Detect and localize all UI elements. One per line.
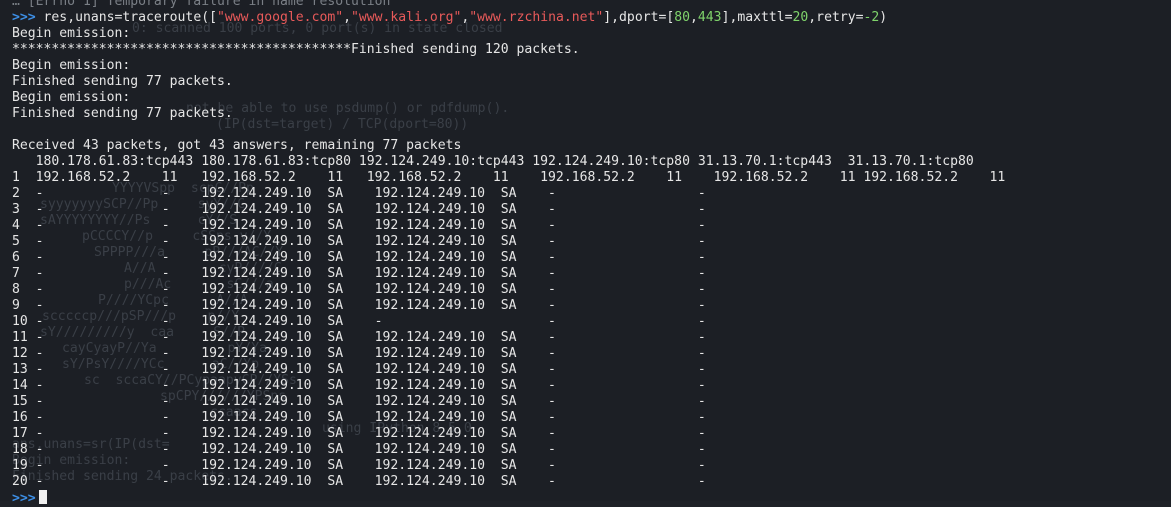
trace-row: 12 - - 192.124.249.10 SA 192.124.249.10 …: [12, 346, 706, 361]
output-line: 180.178.61.83:tcp443 180.178.61.83:tcp80…: [12, 154, 974, 169]
command-line[interactable]: >>> res,unans=traceroute(["www.google.co…: [12, 10, 1005, 26]
trace-row: 14 - - 192.124.249.10 SA 192.124.249.10 …: [12, 378, 706, 393]
port-number: 80: [674, 10, 691, 25]
trace-row: 2 - - 192.124.249.10 SA 192.124.249.10 S…: [12, 186, 706, 201]
output-line: Begin emission:: [12, 58, 131, 73]
trace-row: 9 - - 192.124.249.10 SA 192.124.249.10 S…: [12, 298, 706, 313]
host-string: "www.google.com": [216, 10, 344, 25]
command-text: ): [879, 10, 888, 25]
output-block: Begin emission: *************************…: [12, 26, 1005, 490]
trace-row: 15 - - 192.124.249.10 SA 192.124.249.10 …: [12, 394, 706, 409]
trace-row: 13 - - 192.124.249.10 SA 192.124.249.10 …: [12, 362, 706, 377]
prompt: >>>: [12, 10, 36, 25]
trace-row: 3 - - 192.124.249.10 SA 192.124.249.10 S…: [12, 202, 706, 217]
trace-row: 7 - - 192.124.249.10 SA 192.124.249.10 S…: [12, 266, 706, 281]
output-line: Begin emission:: [12, 26, 131, 41]
output-line: Begin emission:: [12, 90, 131, 105]
trace-row: 19 - - 192.124.249.10 SA 192.124.249.10 …: [12, 458, 706, 473]
trace-row: 20 - - 192.124.249.10 SA 192.124.249.10 …: [12, 474, 706, 489]
host-string: "www.rzchina.net": [469, 10, 604, 25]
terminal-window[interactable]: 0: scanned 100 ports, 0 port(s) in state…: [0, 0, 1171, 506]
trace-row: 4 - - 192.124.249.10 SA 192.124.249.10 S…: [12, 218, 706, 233]
command-text: ,: [690, 10, 698, 25]
retry-value: -2: [863, 10, 880, 25]
output-line: Finished sending 77 packets.: [12, 106, 233, 121]
trace-row: 11 - - 192.124.249.10 SA 192.124.249.10 …: [12, 330, 706, 345]
command-text: ,retry=: [808, 10, 864, 25]
trace-row: 16 - - 192.124.249.10 SA 192.124.249.10 …: [12, 410, 706, 425]
command-text: res,unans=traceroute([: [35, 10, 217, 25]
trace-row: 5 - - 192.124.249.10 SA 192.124.249.10 S…: [12, 234, 706, 249]
host-string: "www.kali.org": [351, 10, 462, 25]
port-number: 443: [697, 10, 722, 25]
trace-row: 10 - - 192.124.249.10 SA - - -: [12, 314, 706, 329]
terminal-output: … [Errno 1] Temporary failure in name re…: [12, 0, 1005, 506]
trace-row: 8 - - 192.124.249.10 SA 192.124.249.10 S…: [12, 282, 706, 297]
text-cursor[interactable]: [38, 490, 47, 504]
output-line: ****************************************…: [12, 42, 580, 57]
trace-row: 1 192.168.52.2 11 192.168.52.2 11 192.16…: [12, 170, 1006, 185]
command-text: ],dport=[: [603, 10, 675, 25]
command-text: ],maxttl=: [721, 10, 793, 25]
output-line: Finished sending 77 packets.: [12, 74, 233, 89]
output-line: Received 43 packets, got 43 answers, rem…: [12, 138, 462, 153]
prompt: >>>: [12, 491, 36, 506]
input-line[interactable]: >>>: [12, 490, 1005, 506]
trace-row: 6 - - 192.124.249.10 SA 192.124.249.10 S…: [12, 250, 706, 265]
command-text: ,: [343, 10, 351, 25]
cut-off-line: … [Errno 1] Temporary failure in name re…: [12, 0, 391, 9]
trace-row: 17 - - 192.124.249.10 SA 192.124.249.10 …: [12, 426, 706, 441]
maxttl-value: 20: [792, 10, 809, 25]
trace-row: 18 - - 192.124.249.10 SA 192.124.249.10 …: [12, 442, 706, 457]
